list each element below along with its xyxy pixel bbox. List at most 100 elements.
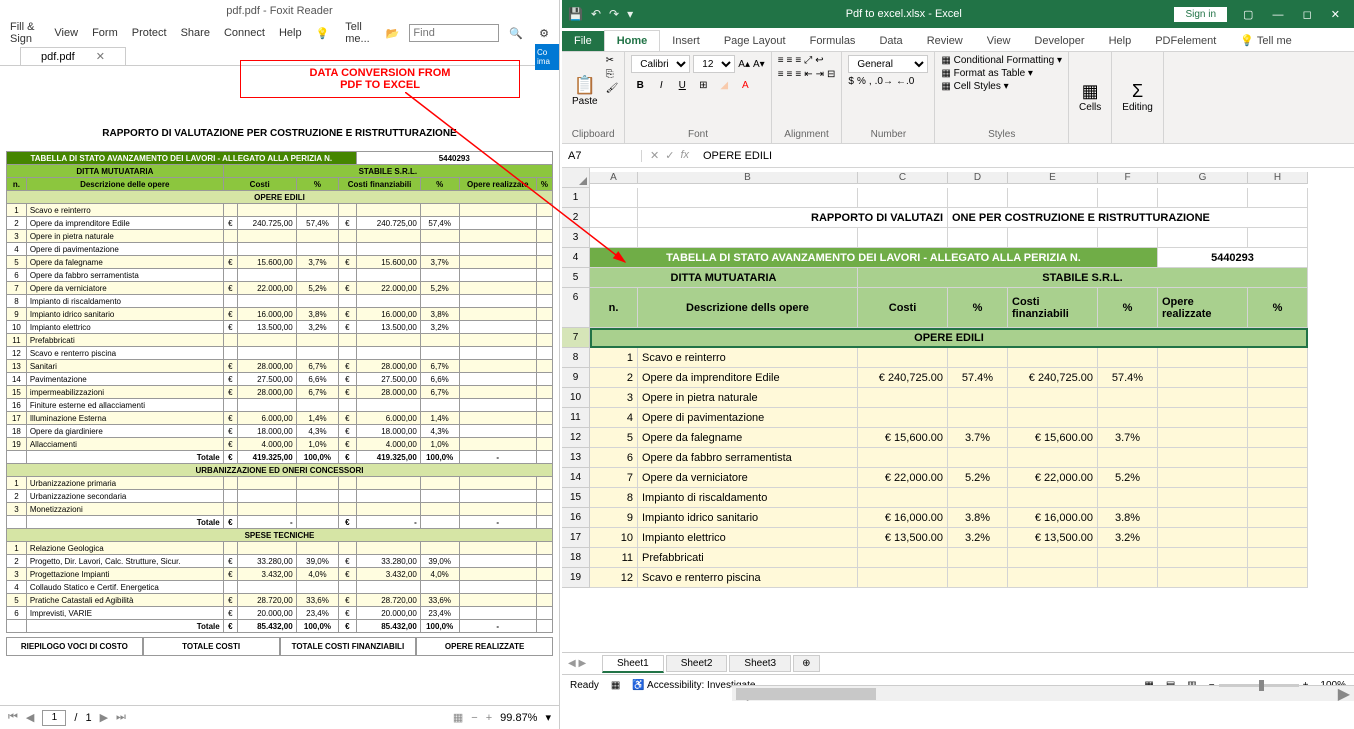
tab-view[interactable]: View bbox=[975, 31, 1023, 51]
align-top-icon[interactable]: ≡ bbox=[778, 55, 784, 66]
cell[interactable] bbox=[1248, 488, 1308, 508]
cell[interactable] bbox=[948, 388, 1008, 408]
cell[interactable]: n. bbox=[590, 288, 638, 328]
align-center-icon[interactable]: ≡ bbox=[787, 69, 793, 80]
row-header[interactable]: 11 bbox=[562, 408, 590, 428]
sheet-tab-2[interactable]: Sheet2 bbox=[666, 655, 728, 672]
cell[interactable]: 1 bbox=[590, 348, 638, 368]
cell[interactable]: € 240,725.00 bbox=[1008, 368, 1098, 388]
cell[interactable]: 7 bbox=[590, 468, 638, 488]
cell[interactable] bbox=[948, 188, 1008, 208]
cell[interactable] bbox=[1248, 468, 1308, 488]
cell[interactable] bbox=[1008, 188, 1098, 208]
cell[interactable] bbox=[1158, 188, 1248, 208]
menu-form[interactable]: Form bbox=[86, 25, 124, 41]
cell[interactable] bbox=[638, 188, 858, 208]
cell[interactable] bbox=[1248, 348, 1308, 368]
font-name-select[interactable]: Calibri bbox=[631, 55, 690, 73]
cell[interactable] bbox=[858, 408, 948, 428]
cell[interactable]: 9 bbox=[590, 508, 638, 528]
cell[interactable] bbox=[948, 228, 1008, 248]
row-header[interactable]: 17 bbox=[562, 528, 590, 548]
tab-help[interactable]: Help bbox=[1097, 31, 1144, 51]
cell[interactable]: DITTA MUTUATARIA bbox=[590, 268, 858, 288]
cell[interactable]: Opere da verniciatore bbox=[638, 468, 858, 488]
cell[interactable] bbox=[1248, 528, 1308, 548]
menu-connect[interactable]: Connect bbox=[218, 25, 271, 41]
row-header[interactable]: 1 bbox=[562, 188, 590, 208]
cell[interactable] bbox=[1158, 528, 1248, 548]
cell[interactable]: TABELLA DI STATO AVANZAMENTO DEI LAVORI … bbox=[590, 248, 1158, 268]
minimize-icon[interactable]: — bbox=[1273, 9, 1284, 21]
ribbon-options-icon[interactable]: ▢ bbox=[1243, 9, 1253, 21]
cell[interactable] bbox=[590, 188, 638, 208]
cell[interactable] bbox=[1098, 388, 1158, 408]
cell[interactable]: € 16,000.00 bbox=[858, 508, 948, 528]
cell[interactable] bbox=[1098, 348, 1158, 368]
cell[interactable]: 3.2% bbox=[1098, 528, 1158, 548]
cells-button[interactable]: ▦Cells bbox=[1075, 55, 1105, 138]
copy-icon[interactable]: ⎘ bbox=[606, 69, 619, 80]
close-icon[interactable]: ✕ bbox=[1331, 9, 1340, 21]
cell[interactable] bbox=[858, 568, 948, 588]
row-header[interactable]: 19 bbox=[562, 568, 590, 588]
gear-icon[interactable]: ⚙ bbox=[533, 25, 555, 42]
cell[interactable] bbox=[1098, 228, 1158, 248]
row-header[interactable]: 12 bbox=[562, 428, 590, 448]
cell[interactable]: 6 bbox=[590, 448, 638, 468]
cell[interactable] bbox=[1248, 548, 1308, 568]
cell[interactable] bbox=[858, 488, 948, 508]
page-input[interactable] bbox=[42, 710, 66, 726]
cell[interactable]: 5.2% bbox=[948, 468, 1008, 488]
save-icon[interactable]: 💾 bbox=[568, 7, 583, 21]
format-as-table-button[interactable]: ▦ Format as Table ▾ bbox=[941, 68, 1062, 79]
cell[interactable] bbox=[1158, 548, 1248, 568]
row-header[interactable]: 5 bbox=[562, 268, 590, 288]
cell[interactable]: Opere in pietra naturale bbox=[638, 388, 858, 408]
col-G[interactable]: G bbox=[1158, 172, 1248, 184]
col-D[interactable]: D bbox=[948, 172, 1008, 184]
cell[interactable] bbox=[1008, 488, 1098, 508]
enter-icon[interactable]: ✓ bbox=[665, 149, 674, 162]
cell[interactable] bbox=[1098, 548, 1158, 568]
indent-inc-icon[interactable]: ⇥ bbox=[816, 69, 824, 80]
tab-pdfelement[interactable]: PDFelement bbox=[1143, 31, 1228, 51]
macro-icon[interactable]: ▦ bbox=[611, 680, 620, 691]
align-bot-icon[interactable]: ≡ bbox=[795, 55, 801, 66]
cell[interactable]: % bbox=[1248, 288, 1308, 328]
cell[interactable] bbox=[1158, 468, 1248, 488]
prev-page-icon[interactable]: ◀ bbox=[26, 711, 34, 724]
cell[interactable] bbox=[858, 388, 948, 408]
cell[interactable]: Costi bbox=[858, 288, 948, 328]
cell[interactable] bbox=[1158, 428, 1248, 448]
cell[interactable]: € 15,600.00 bbox=[858, 428, 948, 448]
paste-button[interactable]: 📋Paste bbox=[568, 55, 602, 127]
cell[interactable] bbox=[1158, 388, 1248, 408]
pdf-document-tab[interactable]: pdf.pdf ✕ bbox=[20, 47, 126, 65]
zoom-dropdown-icon[interactable]: ▾ bbox=[545, 711, 551, 724]
tab-page-layout[interactable]: Page Layout bbox=[712, 31, 798, 51]
cell[interactable]: Opere da falegname bbox=[638, 428, 858, 448]
cell[interactable]: 8 bbox=[590, 488, 638, 508]
name-box[interactable]: A7 bbox=[562, 150, 642, 162]
row-header[interactable]: 16 bbox=[562, 508, 590, 528]
cell[interactable]: 2 bbox=[590, 368, 638, 388]
cell[interactable] bbox=[1248, 228, 1308, 248]
row-header[interactable]: 10 bbox=[562, 388, 590, 408]
cell[interactable]: € 15,600.00 bbox=[1008, 428, 1098, 448]
dec-decimal-icon[interactable]: ←.0 bbox=[896, 76, 914, 87]
cell[interactable] bbox=[1158, 228, 1248, 248]
cell[interactable]: 12 bbox=[590, 568, 638, 588]
editing-button[interactable]: ΣEditing bbox=[1118, 55, 1157, 138]
cell[interactable] bbox=[1248, 188, 1308, 208]
cell[interactable] bbox=[1008, 548, 1098, 568]
cell[interactable]: STABILE S.R.L. bbox=[858, 268, 1308, 288]
row-header[interactable]: 4 bbox=[562, 248, 590, 268]
formula-input[interactable]: OPERE EDILI bbox=[697, 150, 1354, 162]
cut-icon[interactable]: ✂ bbox=[606, 55, 619, 66]
cell[interactable] bbox=[590, 208, 638, 228]
cell[interactable]: 5.2% bbox=[1098, 468, 1158, 488]
row-header[interactable]: 14 bbox=[562, 468, 590, 488]
cell[interactable] bbox=[1158, 568, 1248, 588]
inc-decimal-icon[interactable]: .0→ bbox=[875, 76, 893, 87]
